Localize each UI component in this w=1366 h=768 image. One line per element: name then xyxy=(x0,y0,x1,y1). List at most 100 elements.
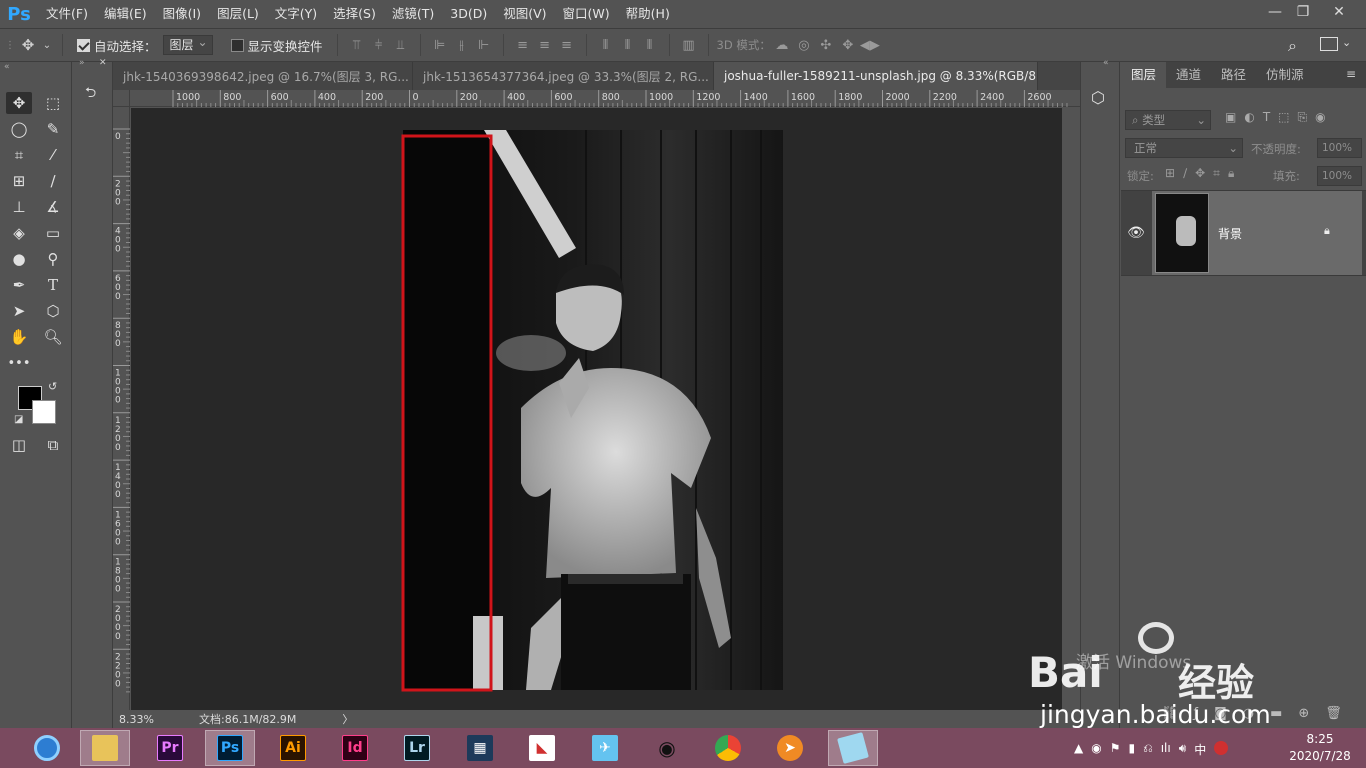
tray-flag-icon[interactable]: ⚑ xyxy=(1110,741,1121,758)
3d-orbit-icon[interactable]: ☁ xyxy=(771,35,793,55)
align-bottom-icon[interactable]: ⫫ xyxy=(390,35,412,55)
shape-filter-icon[interactable]: ⬚ xyxy=(1278,110,1289,125)
menu-select[interactable]: 选择(S) xyxy=(325,0,384,28)
distribute-bottom-icon[interactable]: ≡ xyxy=(556,35,578,55)
swap-colors-icon[interactable]: ↺ xyxy=(48,380,57,393)
opacity-input[interactable]: 100% xyxy=(1317,138,1362,158)
filter-toggle-icon[interactable]: ◉ xyxy=(1315,110,1325,125)
taskbar-wps[interactable]: ◣ xyxy=(517,730,567,766)
taskbar-indesign[interactable]: Id xyxy=(330,730,380,766)
tray-battery-icon[interactable]: ▮ xyxy=(1128,741,1135,758)
tray-usb-icon[interactable]: ⎌ xyxy=(1143,741,1153,758)
type-filter-icon[interactable]: T xyxy=(1263,110,1270,125)
distribute-vcenter-icon[interactable]: ≡ xyxy=(534,35,556,55)
blur-tool-icon[interactable]: ● xyxy=(6,248,32,270)
menu-filter[interactable]: 滤镜(T) xyxy=(384,0,442,28)
adjustment-filter-icon[interactable]: ◐ xyxy=(1244,110,1254,125)
taskbar-notepad[interactable] xyxy=(828,730,878,766)
auto-select-checkbox[interactable] xyxy=(77,38,90,52)
hand-tool-icon[interactable]: ✋ xyxy=(6,326,32,348)
menu-help[interactable]: 帮助(H) xyxy=(618,0,678,28)
background-color-swatch[interactable] xyxy=(32,400,56,424)
taskbar-explorer[interactable] xyxy=(80,730,130,766)
photoshop-logo[interactable]: Ps xyxy=(0,0,38,28)
3d-cube-icon[interactable]: ⬡ xyxy=(1091,88,1105,107)
distribute-hcenter-icon[interactable]: ⦀ xyxy=(617,35,639,55)
align-top-icon[interactable]: ⫪ xyxy=(346,35,368,55)
align-right-icon[interactable]: ⊩ xyxy=(473,35,495,55)
ruler-origin[interactable] xyxy=(113,90,130,107)
zoom-level[interactable]: 8.33% xyxy=(113,713,161,726)
history-panel-icon[interactable]: ⮌ xyxy=(85,82,105,102)
default-colors-icon[interactable]: ◪ xyxy=(14,414,23,425)
taskbar-premiere[interactable]: Pr xyxy=(145,730,195,766)
move-tool-icon[interactable]: ✥ xyxy=(6,92,32,114)
pen-tool-icon[interactable]: ✒ xyxy=(6,274,32,296)
menu-image[interactable]: 图像(I) xyxy=(155,0,209,28)
lock-all-icon[interactable]: 🔒︎ xyxy=(1228,166,1234,181)
more-tools-icon[interactable]: ••• xyxy=(6,352,32,374)
align-left-icon[interactable]: ⊫ xyxy=(429,35,451,55)
taskbar-chrome[interactable] xyxy=(703,730,753,766)
collapse-arrows-icon[interactable]: « xyxy=(4,62,10,72)
lock-position-icon[interactable]: ✥ xyxy=(1195,166,1205,181)
show-transform-checkbox[interactable] xyxy=(230,38,244,52)
tab-document-2[interactable]: jhk-1513654377364.jpeg @ 33.3%(图层 2, RG.… xyxy=(413,62,714,90)
shape-tool-icon[interactable]: ⬡ xyxy=(40,300,66,322)
menu-layer[interactable]: 图层(L) xyxy=(209,0,267,28)
canvas-area[interactable] xyxy=(131,108,1062,710)
tab-document-3[interactable]: joshua-fuller-1589211-unsplash.jpg @ 8.3… xyxy=(714,62,1038,90)
3d-scale-icon[interactable]: ◀▶ xyxy=(859,35,881,55)
taskbar-bird[interactable]: ✈ xyxy=(580,730,630,766)
collapse-arrows-icon[interactable]: « xyxy=(1103,58,1109,68)
eye-visibility-icon[interactable]: 👁︎ xyxy=(1121,191,1151,275)
minimize-button[interactable]: — xyxy=(1262,2,1288,22)
eyedropper-tool-icon[interactable]: ⁄ xyxy=(40,144,66,166)
healing-tool-icon[interactable]: ⊞ xyxy=(6,170,32,192)
image-filter-icon[interactable]: ▣ xyxy=(1225,110,1236,125)
3d-slide-icon[interactable]: ✥ xyxy=(837,35,859,55)
distribute-left-icon[interactable]: ⦀ xyxy=(595,35,617,55)
distribute-right-icon[interactable]: ⦀ xyxy=(639,35,661,55)
expand-arrows-icon[interactable]: » xyxy=(79,58,85,68)
tray-network-icon[interactable]: ılı xyxy=(1161,741,1171,758)
tab-layers[interactable]: 图层 xyxy=(1121,62,1167,88)
tab-paths[interactable]: 路径 xyxy=(1211,62,1256,88)
blend-mode-dropdown[interactable]: 正常 ⌄ xyxy=(1125,138,1243,158)
document-image[interactable] xyxy=(131,108,1062,710)
tab-channels[interactable]: 通道 xyxy=(1166,62,1211,88)
taskbar-illustrator[interactable]: Ai xyxy=(268,730,318,766)
lock-transparent-icon[interactable]: ⊞ xyxy=(1165,166,1175,181)
layer-filter-dropdown[interactable]: ⌕ 类型 ⌄ xyxy=(1125,110,1211,130)
panel-menu-icon[interactable]: ≡ xyxy=(1346,62,1366,88)
distribute-top-icon[interactable]: ≡ xyxy=(512,35,534,55)
tray-arrow-icon[interactable]: ▲ xyxy=(1074,741,1083,758)
gradient-tool-icon[interactable]: ▭ xyxy=(40,222,66,244)
tab-clone-source[interactable]: 仿制源 xyxy=(1256,62,1314,88)
crop-tool-icon[interactable]: ⌗ xyxy=(6,144,32,166)
smart-object-filter-icon[interactable]: ⎘ xyxy=(1298,110,1308,125)
clock-date[interactable]: 2020/7/28 xyxy=(1280,749,1360,763)
marquee-tool-icon[interactable]: ⬚ xyxy=(40,92,66,114)
layer-row-background[interactable]: 背景 🔒︎ xyxy=(1152,191,1362,275)
lock-artboard-icon[interactable]: ⌗ xyxy=(1213,166,1220,181)
path-select-tool-icon[interactable]: ➤ xyxy=(6,300,32,322)
close-icon[interactable]: ✕ xyxy=(99,58,107,68)
tray-qq-icon[interactable]: ◉ xyxy=(1091,741,1101,758)
stamp-tool-icon[interactable]: ⊥ xyxy=(6,196,32,218)
dodge-tool-icon[interactable]: ⚲ xyxy=(40,248,66,270)
align-vcenter-icon[interactable]: ⫩ xyxy=(368,35,390,55)
close-button[interactable]: ✕ xyxy=(1326,2,1352,22)
menu-file[interactable]: 文件(F) xyxy=(38,0,96,28)
ime-indicator[interactable]: 中 xyxy=(1194,741,1206,758)
menu-window[interactable]: 窗口(W) xyxy=(555,0,618,28)
menu-view[interactable]: 视图(V) xyxy=(495,0,554,28)
tray-volume-icon[interactable]: 🔊︎ xyxy=(1179,741,1187,758)
taskbar-lightroom[interactable]: Lr xyxy=(392,730,442,766)
workspace-icon[interactable] xyxy=(1320,37,1338,51)
align-hcenter-icon[interactable]: ⫲ xyxy=(451,35,473,55)
sogou-icon[interactable] xyxy=(1214,741,1229,755)
status-menu-arrow[interactable]: 〉 xyxy=(342,711,353,727)
layer-name[interactable]: 背景 xyxy=(1218,225,1242,242)
zoom-tool-icon[interactable]: 🔍︎ xyxy=(40,326,66,348)
